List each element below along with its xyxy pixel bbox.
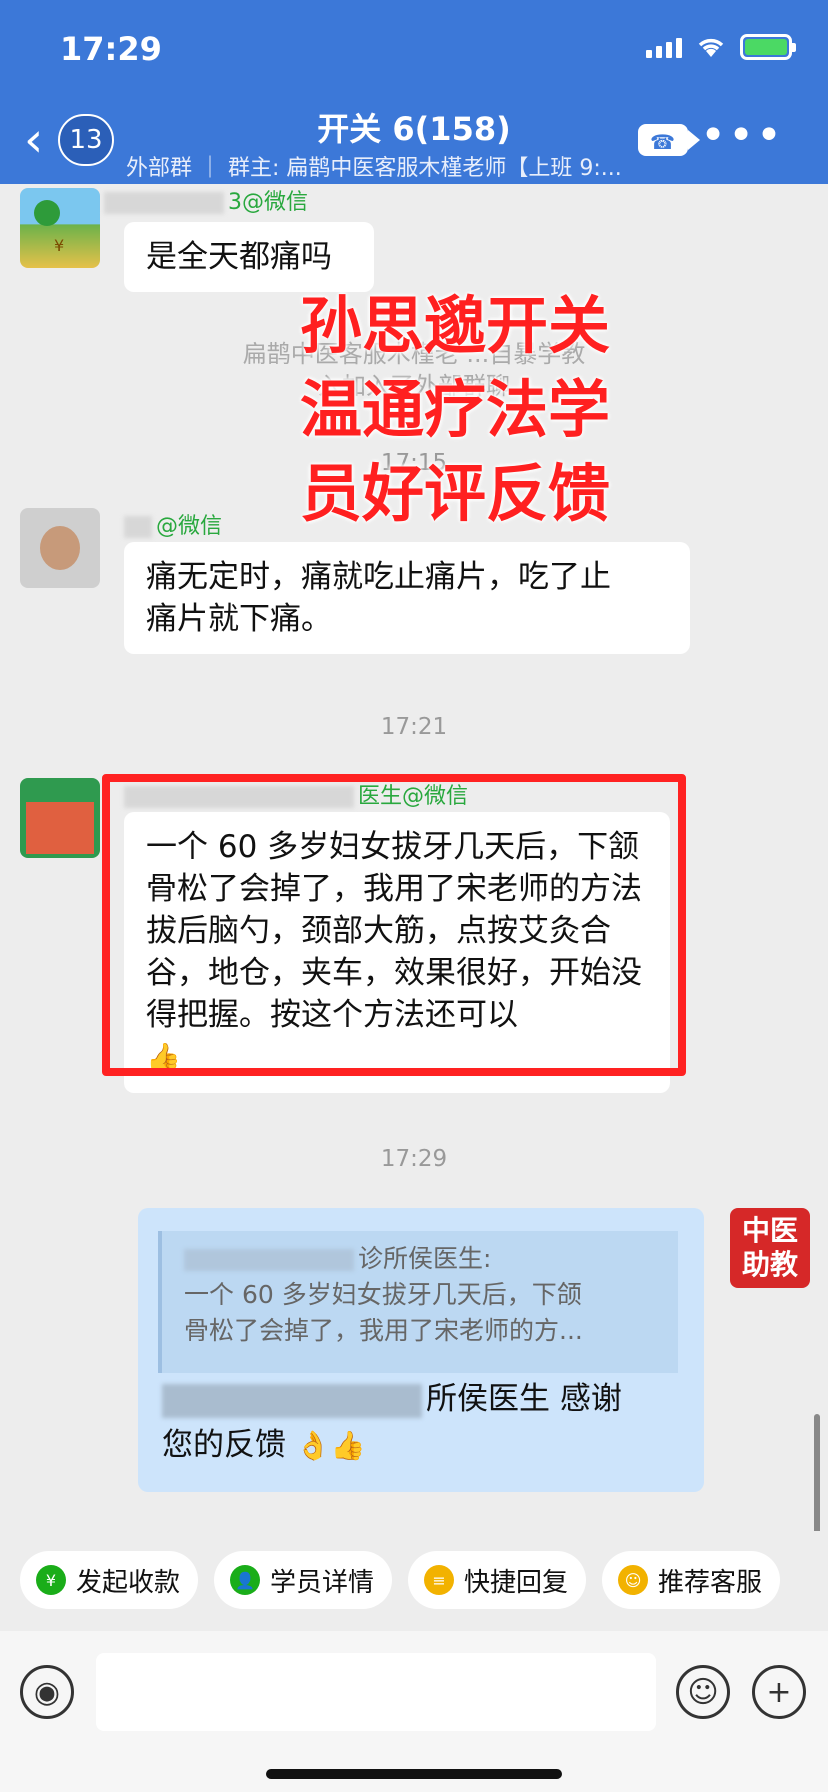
- payment-shield-icon: ¥: [36, 1565, 66, 1595]
- ok-hand-icon: 👌👍: [295, 1429, 366, 1462]
- scrollbar[interactable]: [814, 1414, 820, 1531]
- chat-subtitle[interactable]: 外部群 ｜ 群主: 扁鹊中医客服木槿老师【上班 9:...: [126, 150, 622, 182]
- battery-icon: [740, 34, 796, 60]
- message-bubble[interactable]: 是全天都痛吗: [124, 222, 374, 292]
- avatar[interactable]: ¥: [20, 188, 100, 268]
- message-input[interactable]: [96, 1653, 656, 1731]
- sender-name: 3@微信: [104, 184, 308, 216]
- student-details-button[interactable]: 👤 学员详情: [214, 1551, 393, 1609]
- plus-icon[interactable]: +: [752, 1665, 806, 1719]
- status-time: 17:29: [60, 30, 162, 68]
- recommend-service-icon: ☺: [618, 1565, 649, 1595]
- sender-name: @微信: [124, 508, 222, 540]
- home-indicator: [266, 1769, 562, 1779]
- quote-text-line: 骨松了会掉了，我用了宋老师的方...: [184, 1316, 583, 1345]
- input-bar: ◉ ☺ +: [0, 1631, 828, 1792]
- wifi-icon: [698, 38, 724, 57]
- reply-text: 所侯医生 感谢 您的反馈 👌👍: [162, 1381, 622, 1463]
- emoji-icon[interactable]: ☺: [676, 1665, 730, 1719]
- timestamp: 17:21: [380, 714, 448, 740]
- timestamp: 17:29: [380, 1146, 448, 1172]
- quick-reply-button[interactable]: ≡ 快捷回复: [408, 1551, 587, 1609]
- status-icons: [646, 34, 796, 60]
- avatar[interactable]: [20, 778, 100, 858]
- voice-input-icon[interactable]: ◉: [20, 1665, 74, 1719]
- quote-text-line: 一个 60 多岁妇女拔牙几天后，下颌: [184, 1280, 582, 1309]
- more-options-button[interactable]: •••: [700, 110, 784, 161]
- video-call-icon[interactable]: ☎: [638, 124, 700, 156]
- student-profile-icon: 👤: [230, 1565, 261, 1595]
- recommend-service-button[interactable]: ☺ 推荐客服: [602, 1551, 781, 1609]
- overlay-caption: 孙思邈开关 温通疗法学 员好评反馈: [300, 289, 611, 530]
- avatar[interactable]: [20, 508, 100, 588]
- signal-icon: [646, 36, 682, 58]
- quoted-message[interactable]: 诊所侯医生: 一个 60 多岁妇女拔牙几天后，下颌 骨松了会掉了，我用了宋老师的…: [158, 1231, 678, 1373]
- chat-area[interactable]: ¥ 3@微信 是全天都痛吗 扁鹊中医客服木槿老 ...自暴学教 入加入了外部群聊…: [0, 184, 828, 1531]
- quick-reply-icon: ≡: [424, 1565, 455, 1595]
- quick-action-bar: ¥ 发起收款 👤 学员详情 ≡ 快捷回复 ☺ 推荐客服: [0, 1531, 828, 1631]
- top-bar: 17:29 ‹ 13 开关 6(158) 外部群 ｜ 群主: 扁鹊中医客服木槿老…: [0, 0, 828, 184]
- message-bubble[interactable]: 痛无定时，痛就吃止痛片，吃了止 痛片就下痛。: [124, 542, 690, 654]
- phone-icon: ☎: [650, 130, 675, 154]
- highlight-frame: [102, 774, 686, 1076]
- collect-payment-button[interactable]: ¥ 发起收款: [20, 1551, 199, 1609]
- my-avatar[interactable]: 中医 助教: [730, 1208, 810, 1288]
- quote-sender: 诊所侯医生:: [184, 1241, 656, 1277]
